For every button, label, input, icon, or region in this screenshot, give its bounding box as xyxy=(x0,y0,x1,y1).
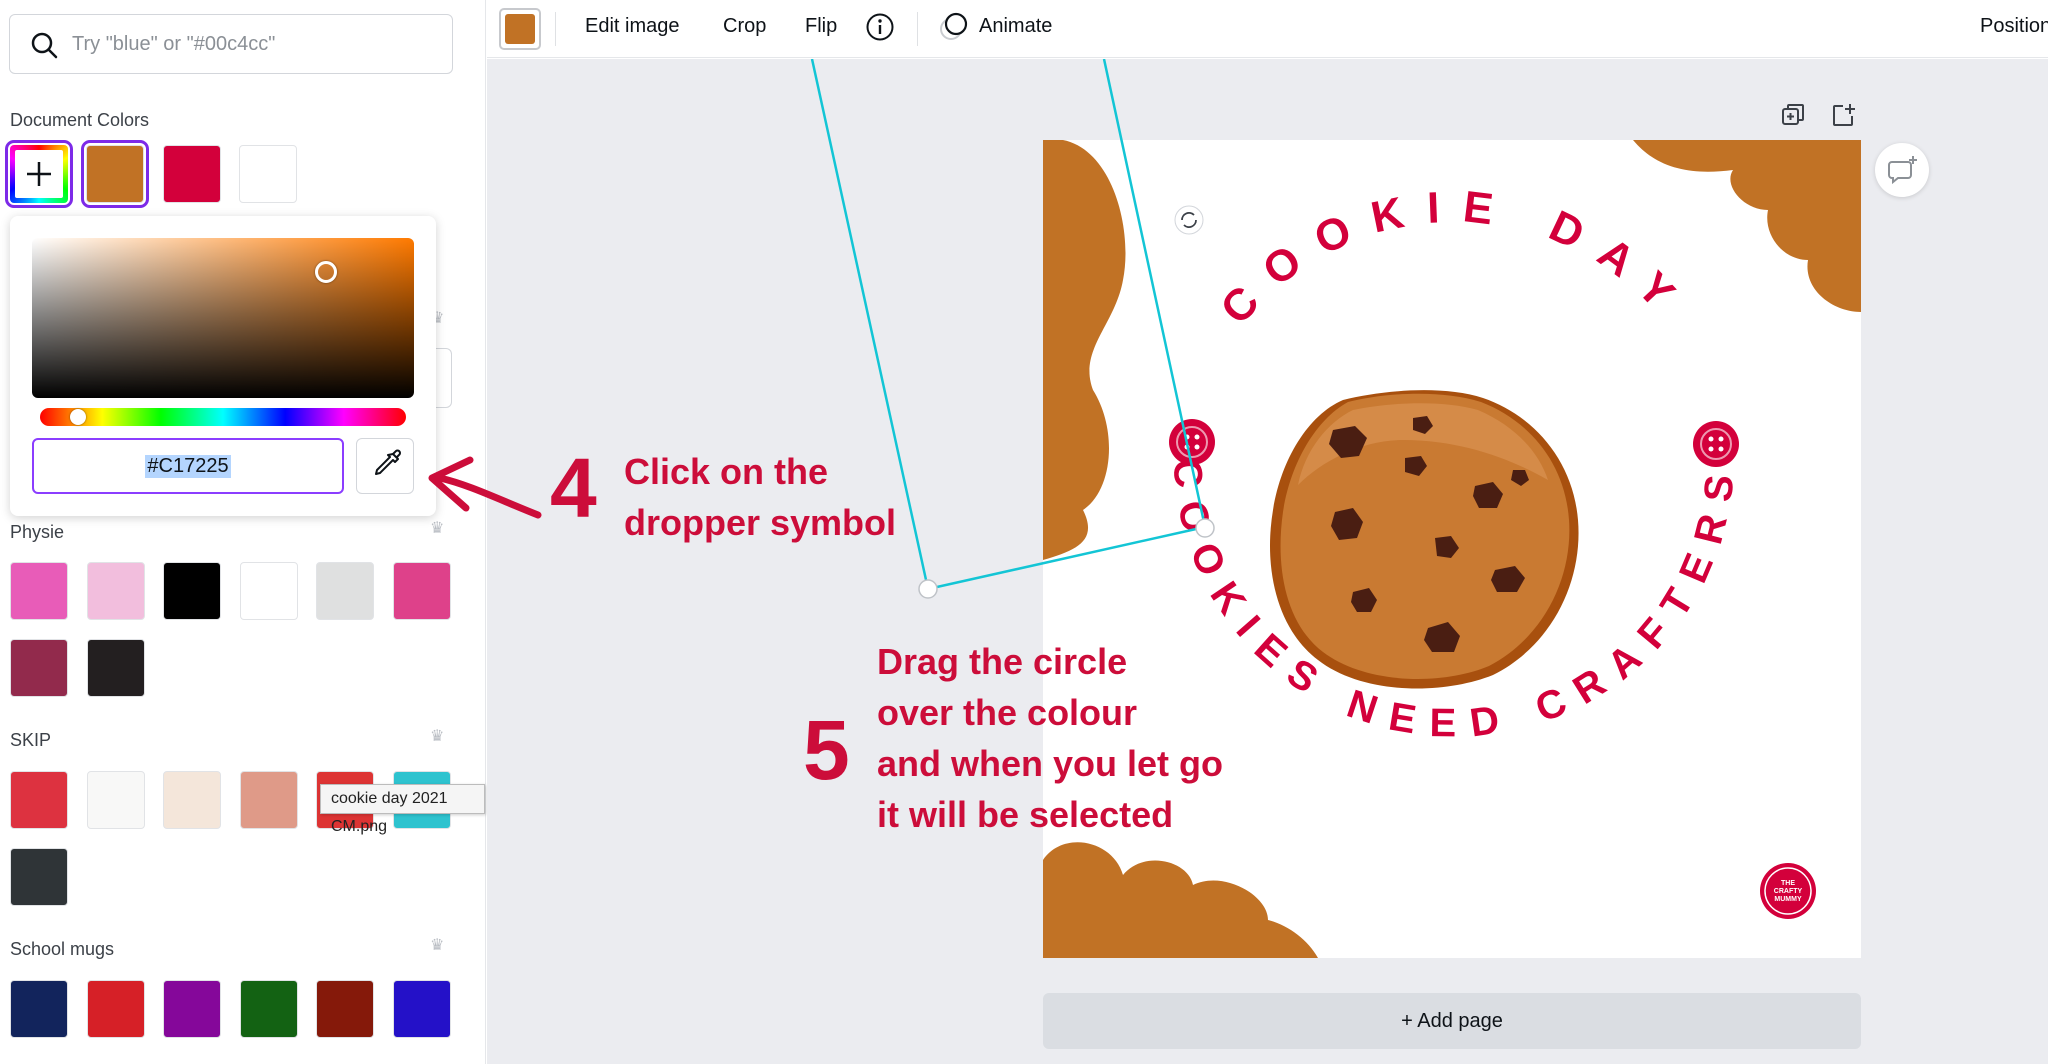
toolbar-divider xyxy=(917,12,918,46)
comment-icon xyxy=(1888,156,1917,185)
add-comment-button[interactable] xyxy=(1875,143,1929,197)
canvas-area: COOKIE DAY COOKIES NEED CRAFTERS THE CRA… xyxy=(487,59,2048,1064)
palette-color-swatch[interactable] xyxy=(163,980,221,1038)
palette-color-swatch[interactable] xyxy=(316,562,374,620)
selection-corner-handle xyxy=(918,579,938,599)
step-4-line-1: Click on the xyxy=(624,451,829,492)
palette-title-skip: SKIP xyxy=(10,730,52,750)
design-top-text: COOKIE DAY xyxy=(1211,182,1676,334)
document-colors-title: Document Colors xyxy=(10,110,150,130)
add-page-button[interactable]: + Add page xyxy=(1043,993,1861,1049)
crown-icon: ♛ xyxy=(430,937,445,954)
palette-color-swatch[interactable] xyxy=(10,980,68,1038)
plus-icon xyxy=(27,162,51,186)
flip-button[interactable]: Flip xyxy=(805,0,837,52)
color-picker-popup: #C17225 xyxy=(10,216,436,516)
text-color-button[interactable] xyxy=(499,8,541,50)
crown-icon: ♛ xyxy=(430,728,445,745)
palette-color-swatch[interactable] xyxy=(86,639,145,697)
hex-value: #C17225 xyxy=(145,455,231,478)
svg-text:CRAFTY: CRAFTY xyxy=(1774,888,1803,895)
saturation-area[interactable] xyxy=(32,238,414,398)
palette-color-swatch[interactable] xyxy=(239,771,298,829)
color-search-input[interactable] xyxy=(72,15,442,73)
palette-color-swatch[interactable] xyxy=(10,639,68,697)
palette-color-swatch[interactable] xyxy=(86,562,145,620)
eyedropper-icon xyxy=(375,449,401,475)
step-5-line-1: Drag the circle xyxy=(877,641,1128,682)
rotate-handle xyxy=(1174,205,1204,235)
hue-slider[interactable] xyxy=(40,408,406,426)
step-5-line-4: it will be selected xyxy=(877,794,1174,835)
add-color-button[interactable] xyxy=(5,140,73,208)
animate-icon xyxy=(940,12,968,40)
bottom-left-cloud-shape xyxy=(1043,842,1318,958)
color-search-box[interactable] xyxy=(9,14,453,74)
document-color-swatch[interactable] xyxy=(163,145,221,203)
palette-color-swatch[interactable] xyxy=(86,980,145,1038)
step-4-line-2: dropper symbol xyxy=(624,502,897,543)
left-cloud-shape xyxy=(1043,140,1126,560)
button-decoration-right xyxy=(1693,421,1739,467)
palette-color-swatch[interactable] xyxy=(86,771,145,829)
palette-color-swatch[interactable] xyxy=(392,562,451,620)
palette-title-school-mugs: School mugs xyxy=(10,939,115,959)
animate-button[interactable]: Animate xyxy=(979,0,1052,52)
edit-image-button[interactable]: Edit image xyxy=(585,0,680,52)
step-5-number: 5 xyxy=(803,703,850,797)
palette-color-swatch[interactable] xyxy=(10,848,68,906)
svg-text:COOKIE DAY: COOKIE DAY xyxy=(1211,182,1698,334)
palette-title-physie: Physie xyxy=(10,522,65,542)
step-5-line-3: and when you let go xyxy=(877,743,1224,784)
palette-color-swatch[interactable] xyxy=(163,562,221,620)
hue-handle[interactable] xyxy=(70,409,86,425)
svg-text:MUMMY: MUMMY xyxy=(1774,896,1802,903)
palette-color-swatch[interactable] xyxy=(163,771,221,829)
step-5-text: Drag the circle over the colour and when… xyxy=(877,636,1223,840)
info-icon[interactable] xyxy=(865,12,895,42)
step-5-line-2: over the colour xyxy=(877,692,1138,733)
saturation-handle[interactable] xyxy=(315,261,337,283)
svg-text:THE: THE xyxy=(1781,880,1795,887)
cookie-illustration xyxy=(1270,390,1579,689)
position-button[interactable]: Position xyxy=(1980,0,2048,52)
hex-input[interactable]: #C17225 xyxy=(32,438,344,494)
crop-button[interactable]: Crop xyxy=(723,0,766,52)
crown-icon: ♛ xyxy=(430,520,445,537)
palette-color-swatch[interactable] xyxy=(392,980,451,1038)
palette-color-swatch[interactable] xyxy=(10,771,68,829)
document-color-swatch[interactable] xyxy=(239,145,297,203)
search-icon xyxy=(31,32,58,59)
crafty-mummy-logo: THE CRAFTY MUMMY xyxy=(1760,863,1816,919)
eyedropper-button[interactable] xyxy=(356,438,414,494)
add-page-icon[interactable] xyxy=(1829,101,1857,129)
step-4-number: 4 xyxy=(550,441,597,535)
palette-color-swatch[interactable] xyxy=(239,980,298,1038)
button-decoration-left xyxy=(1169,419,1215,465)
current-color-swatch xyxy=(505,14,535,44)
editor-toolbar: Edit image Crop Flip Animate Position xyxy=(487,0,2048,58)
document-color-swatch[interactable] xyxy=(81,140,149,208)
palette-color-swatch[interactable] xyxy=(10,562,68,620)
palette-color-swatch[interactable] xyxy=(316,980,374,1038)
toolbar-divider xyxy=(555,12,556,46)
filename-tooltip: cookie day 2021 CM.png xyxy=(320,784,485,835)
palette-color-swatch[interactable] xyxy=(239,562,298,620)
duplicate-page-icon[interactable] xyxy=(1779,101,1807,129)
step-4-text: Click on the dropper symbol xyxy=(624,446,896,548)
color-panel: Document Colors ♛ Physie ♛ SKIP ♛ School… xyxy=(0,0,486,1064)
